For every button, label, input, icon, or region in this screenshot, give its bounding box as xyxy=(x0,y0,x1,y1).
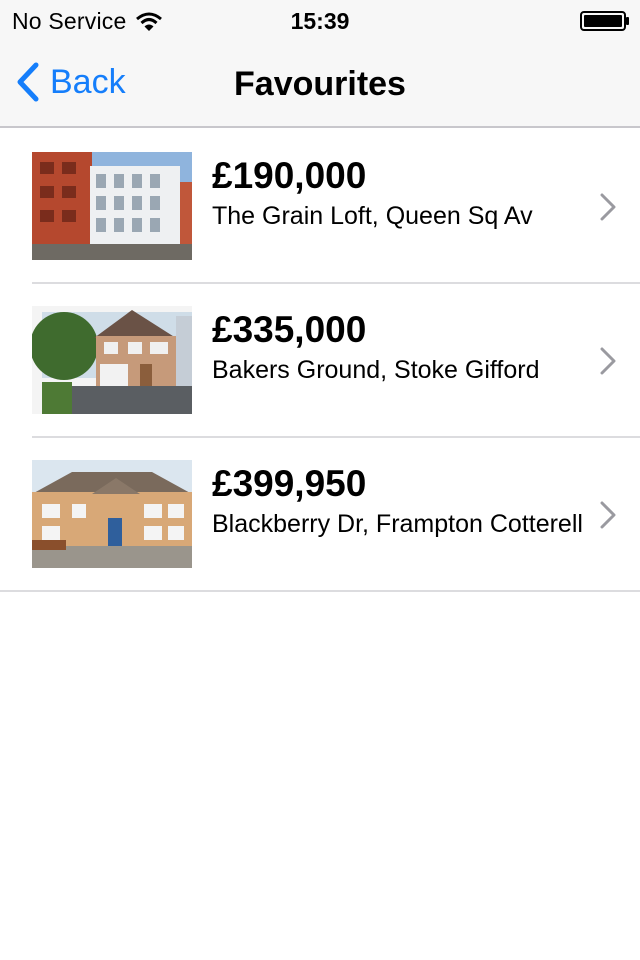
chevron-right-icon xyxy=(600,193,616,221)
address-label: Blackberry Dr, Frampton Cotterell xyxy=(212,510,583,538)
list-item[interactable]: £335,000 Bakers Ground, Stoke Gifford xyxy=(0,284,640,438)
page-title: Favourites xyxy=(234,65,406,103)
chevron-right-icon xyxy=(600,347,616,375)
price-label: £335,000 xyxy=(212,309,367,350)
price-label: £399,950 xyxy=(212,463,367,504)
brick-detached-house-photo xyxy=(32,460,192,568)
status-bar: No Service 15:39 xyxy=(0,0,640,40)
list-item[interactable]: £190,000 The Grain Loft, Queen Sq Av xyxy=(0,130,640,284)
detached-house-with-driveway-photo xyxy=(32,306,192,414)
apartment-building-photo xyxy=(32,152,192,260)
address-label: Bakers Ground, Stoke Gifford xyxy=(212,356,540,384)
status-time: 15:39 xyxy=(290,8,350,34)
navigation-bar: Back Favourites xyxy=(0,40,640,128)
battery-icon xyxy=(580,11,629,31)
price-label: £190,000 xyxy=(212,155,367,196)
divider xyxy=(0,590,640,592)
address-label: The Grain Loft, Queen Sq Av xyxy=(212,202,533,230)
list-item[interactable]: £399,950 Blackberry Dr, Frampton Cottere… xyxy=(0,438,640,592)
favourites-list: £190,000 The Grain Loft, Queen Sq Av £33… xyxy=(0,130,640,592)
chevron-right-icon xyxy=(600,501,616,529)
